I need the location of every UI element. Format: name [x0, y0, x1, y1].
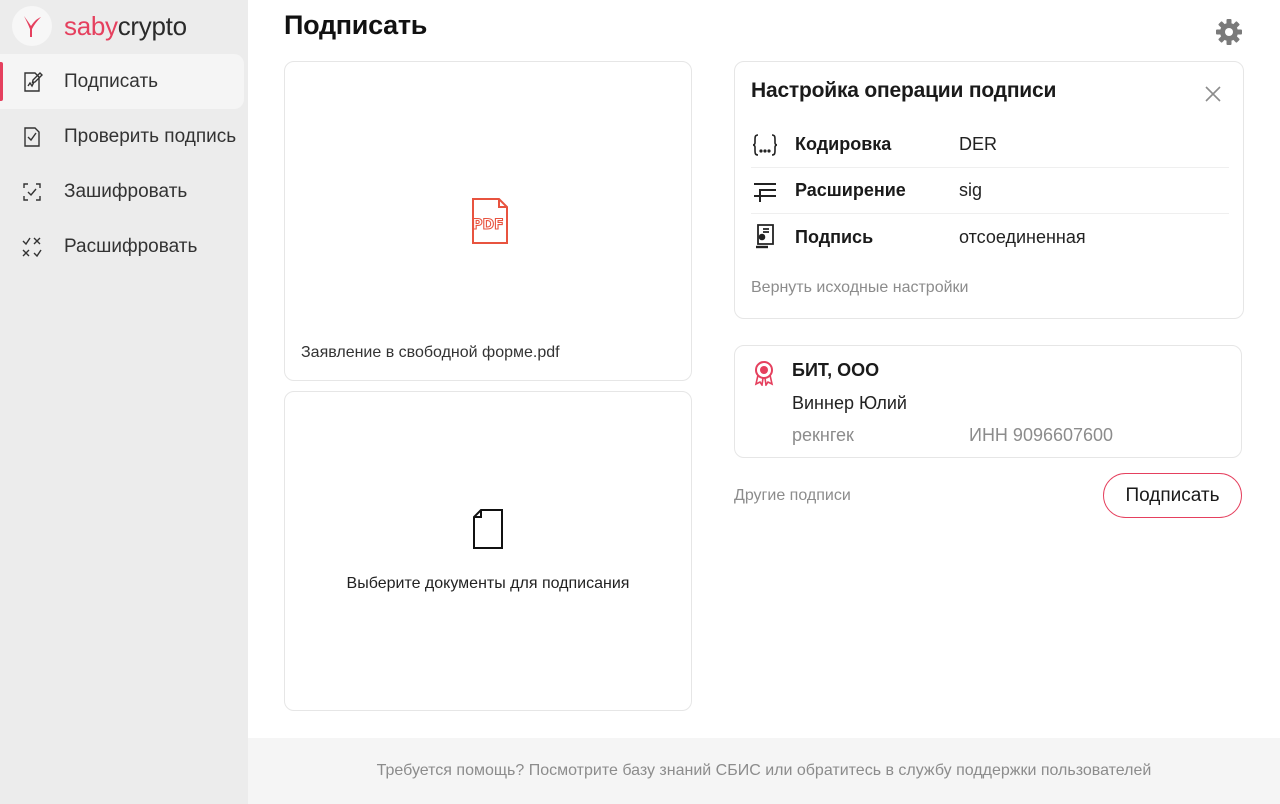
certificate-card[interactable]: БИТ, ООО Виннер Юлий рекнгек ИНН 9096607…	[734, 345, 1242, 458]
certificate-issuer: рекнгек	[792, 425, 854, 445]
setting-row-encoding: Кодировка DER	[751, 122, 1229, 168]
sidebar-item-label: Расшифровать	[64, 235, 198, 257]
page-title: Подписать	[284, 10, 428, 40]
certificate-owner: Виннер Юлий	[792, 393, 907, 413]
setting-label: Подпись	[795, 226, 874, 247]
sidebar-item-label: Подписать	[64, 70, 159, 92]
sidebar-item-verify-signature[interactable]: Проверить подпись	[0, 109, 248, 164]
signature-type-icon	[751, 223, 779, 251]
setting-row-extension: Расширение sig	[751, 168, 1229, 214]
settings-panel-title: Настройка операции подписи	[751, 79, 1057, 102]
choose-documents-text: Выберите документы для подписания	[346, 575, 630, 592]
blank-document-icon	[472, 508, 504, 555]
logo-text-primary: saby	[64, 11, 118, 41]
pdf-icon-text: PDF	[472, 217, 503, 233]
logo-text: sabycrypto	[64, 13, 187, 39]
document-file-name: Заявление в свободной форме.pdf	[301, 344, 560, 361]
sign-button[interactable]: Подписать	[1103, 473, 1242, 518]
certificate-inn: ИНН 9096607600	[969, 425, 1114, 445]
decrypt-icon	[20, 235, 44, 259]
certificate-rosette-icon	[753, 360, 775, 391]
encoding-brackets-icon	[751, 131, 779, 159]
gear-icon[interactable]	[1214, 17, 1244, 47]
setting-label: Расширение	[795, 180, 906, 200]
close-icon[interactable]	[1203, 84, 1223, 104]
extension-lines-icon	[751, 177, 779, 205]
signature-settings-panel: Настройка операции подписи Кодировка DER…	[734, 61, 1244, 319]
pdf-file-icon: PDF	[463, 196, 511, 251]
setting-row-signature-type: Подпись отсоединенная	[751, 214, 1229, 260]
help-text: Требуется помощь? Посмотрите базу знаний…	[376, 762, 1152, 779]
sidebar-item-sign[interactable]: Подписать	[0, 54, 244, 109]
setting-value-extension[interactable]: sig	[959, 180, 982, 201]
reset-settings-link[interactable]: Вернуть исходные настройки	[751, 279, 968, 297]
sidebar-item-label: Проверить подпись	[64, 125, 236, 147]
sign-document-icon	[20, 70, 44, 94]
setting-value-encoding[interactable]: DER	[959, 134, 997, 155]
choose-documents-dropzone[interactable]: Выберите документы для подписания	[284, 391, 692, 711]
sidebar: sabycrypto Подписать Проверить подпись З…	[0, 0, 248, 804]
selected-document-card[interactable]: PDF Заявление в свободной форме.pdf	[284, 61, 692, 381]
verify-signature-icon	[20, 125, 44, 149]
certificate-organization: БИТ, ООО	[792, 360, 880, 380]
sidebar-nav: Подписать Проверить подпись Зашифровать	[0, 54, 248, 274]
logo-text-secondary: crypto	[117, 11, 187, 41]
sidebar-item-decrypt[interactable]: Расшифровать	[0, 219, 248, 274]
sidebar-item-encrypt[interactable]: Зашифровать	[0, 164, 248, 219]
footer: Требуется помощь? Посмотрите базу знаний…	[248, 738, 1280, 804]
logo-bird-icon	[12, 6, 52, 46]
other-signatures-link[interactable]: Другие подписи	[734, 487, 851, 505]
encrypt-icon	[20, 180, 44, 204]
sidebar-item-label: Зашифровать	[64, 180, 188, 202]
app-logo[interactable]: sabycrypto	[12, 6, 187, 46]
setting-label: Кодировка	[795, 134, 892, 154]
setting-value-signature-type[interactable]: отсоединенная	[959, 227, 1086, 248]
